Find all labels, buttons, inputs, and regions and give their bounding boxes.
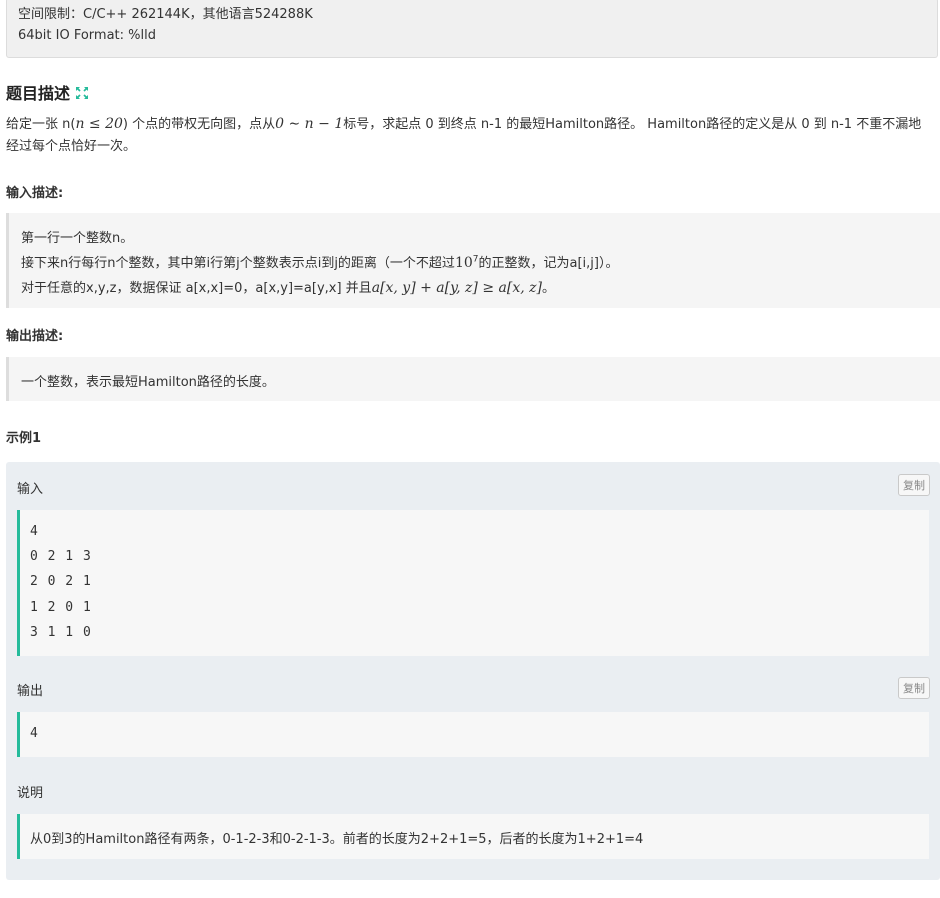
math-range: 0 ∼ n − 1 (275, 116, 344, 132)
copy-output-button[interactable]: 复制 (898, 677, 930, 699)
example-input-code: 4 0 2 1 3 2 0 2 1 1 2 0 1 3 1 1 0 (17, 510, 929, 656)
example-explain-block: 从0到3的Hamilton路径有两条，0-1-2-3和0-2-1-3。前者的长度… (17, 814, 929, 859)
output-desc-block: 一个整数，表示最短Hamilton路径的长度。 (6, 357, 940, 401)
limits-box: 空间限制：C/C++ 262144K，其他语言524288K 64bit IO … (6, 0, 938, 58)
example-explain-text: 从0到3的Hamilton路径有两条，0-1-2-3和0-2-1-3。前者的长度… (30, 832, 644, 847)
math-ten: 10 (454, 255, 473, 271)
input-line: 2 0 2 1 (30, 574, 92, 589)
input-desc-line-3: 对于任意的x,y,z，数据保证 a[x,x]=0，a[x,y]=a[y,x] 并… (21, 277, 555, 296)
example-output-code: 4 (17, 712, 929, 757)
input-line: 4 (30, 524, 39, 539)
input-desc-title: 输入描述: (6, 186, 64, 201)
desc-text-2: ) 个点的带权无向图，点从 (122, 117, 276, 132)
problem-description: 给定一张 n(n ≤ 20) 个点的带权无向图，点从0 ∼ n − 1标号，求起… (6, 113, 934, 158)
output-line: 4 (30, 726, 39, 741)
input-desc-line-1: 第一行一个整数n。 (21, 231, 134, 246)
input-desc-line-2b: 的正整数，记为a[i,j]）。 (478, 256, 619, 271)
example-panel: 输入 复制 4 0 2 1 3 2 0 2 1 1 2 0 1 3 1 1 0 … (6, 462, 940, 880)
math-triangle-inequality: a[x, y] + a[y, z] ≥ a[x, z] (371, 280, 542, 296)
desc-text-1: 给定一张 n( (6, 117, 76, 132)
example-explain-label: 说明 (17, 786, 44, 801)
copy-input-button[interactable]: 复制 (898, 474, 930, 496)
example-title: 示例1 (6, 431, 42, 446)
input-line: 1 2 0 1 (30, 600, 92, 615)
input-desc-line-2a: 接下来n行每行n个整数，其中第i行第j个整数表示点i到j的距离（一个不超过 (21, 256, 455, 271)
math-n-le-20: n ≤ 20 (75, 116, 123, 132)
input-line: 0 2 1 3 (30, 549, 92, 564)
expand-icon[interactable] (75, 85, 89, 99)
description-title: 题目描述 (6, 84, 71, 103)
example-output-label: 输出 (17, 684, 44, 699)
input-desc-line-2: 接下来n行每行n个整数，其中第i行第j个整数表示点i到j的距离（一个不超过107… (21, 252, 618, 271)
output-desc-line-1: 一个整数，表示最短Hamilton路径的长度。 (21, 375, 275, 390)
io-format: 64bit IO Format: %lld (18, 28, 156, 43)
memory-limit: 空间限制：C/C++ 262144K，其他语言524288K (18, 7, 313, 22)
output-desc-title: 输出描述: (6, 329, 64, 344)
example-input-label: 输入 (17, 482, 44, 497)
description-heading: 题目描述 (6, 80, 89, 104)
input-desc-line-3a: 对于任意的x,y,z，数据保证 a[x,x]=0，a[x,y]=a[y,x] 并… (21, 281, 372, 296)
input-desc-block: 第一行一个整数n。 接下来n行每行n个整数，其中第i行第j个整数表示点i到j的距… (6, 213, 940, 308)
input-line: 3 1 1 0 (30, 625, 92, 640)
input-desc-line-3b: 。 (541, 281, 555, 296)
problem-page: 空间限制：C/C++ 262144K，其他语言524288K 64bit IO … (0, 0, 940, 898)
